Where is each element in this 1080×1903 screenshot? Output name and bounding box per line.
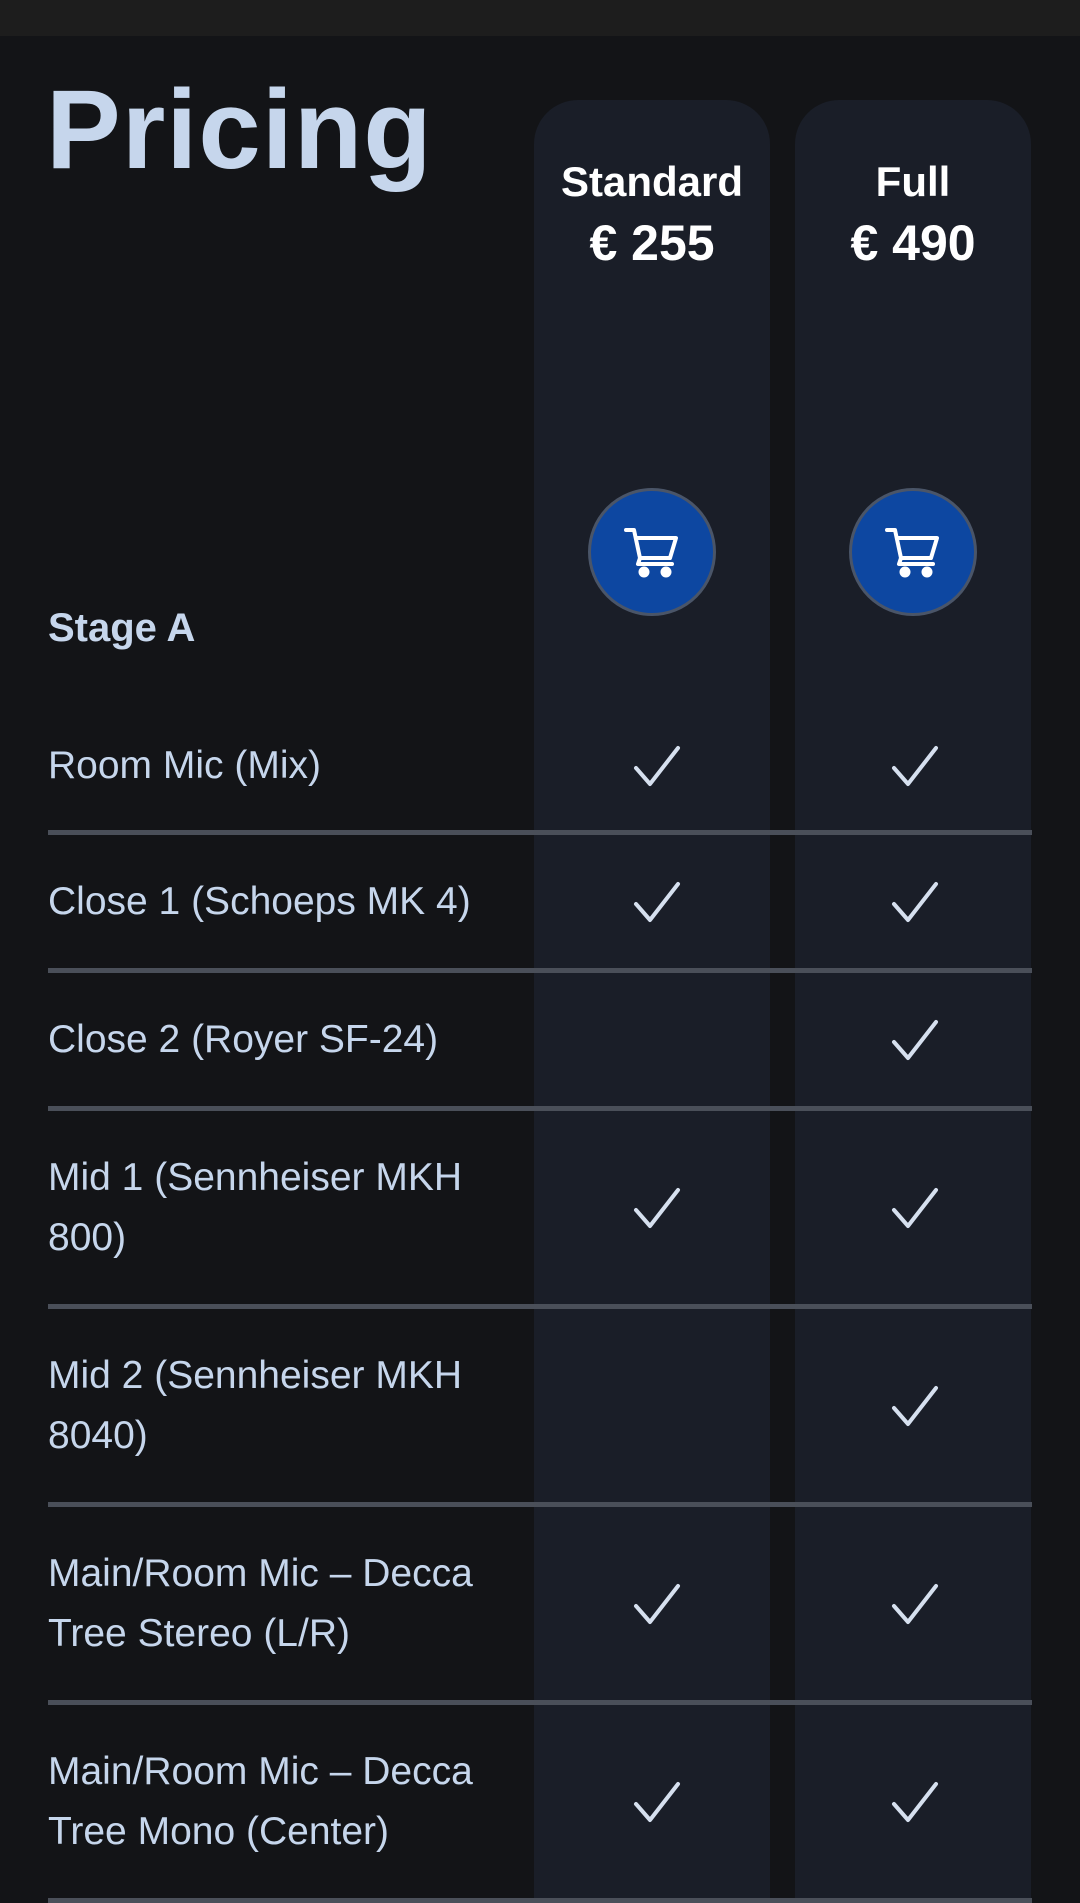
check-icon-full <box>892 1781 938 1822</box>
page-title: Pricing <box>46 67 433 192</box>
plan-price: € 255 <box>589 215 715 271</box>
plan-header-full: Full € 490 <box>795 154 1031 276</box>
feature-row: Room Mic (Mix) <box>0 701 1080 835</box>
feature-row: Close 2 (Royer SF-24) <box>0 973 1080 1111</box>
plan-header-standard: Standard € 255 <box>534 154 770 276</box>
feature-row: Main/Room Mic – Decca Tree Stereo (L/R) <box>0 1507 1080 1705</box>
pricing-page: Pricing Standard € 255 Full € 490 Stage … <box>0 36 1080 1903</box>
row-divider <box>48 1898 1032 1903</box>
feature-label: Main/Room Mic – Decca Tree Mono (Center) <box>48 1749 473 1853</box>
plan-name: Full <box>875 158 951 205</box>
feature-row: Main/Room Mic – Decca Tree Mono (Center) <box>0 1705 1080 1903</box>
add-to-cart-button-standard[interactable] <box>588 488 716 616</box>
check-icon-full <box>892 1583 938 1624</box>
check-icon-full <box>892 1019 938 1060</box>
cart-icon <box>885 528 939 578</box>
plan-price: € 490 <box>850 215 976 271</box>
feature-label: Room Mic (Mix) <box>48 743 321 787</box>
check-icon-full <box>892 881 938 922</box>
check-icon-full <box>892 1385 938 1426</box>
feature-row: Close 1 (Schoeps MK 4) <box>0 835 1080 973</box>
check-icon-standard <box>634 1583 680 1624</box>
check-icon-standard <box>634 881 680 922</box>
check-icon-standard <box>634 1187 680 1228</box>
cart-icon <box>624 528 678 578</box>
feature-row: Mid 1 (Sennheiser MKH 800) <box>0 1111 1080 1309</box>
feature-label: Close 2 (Royer SF-24) <box>48 1017 439 1061</box>
check-icon-standard <box>634 1781 680 1822</box>
check-icon-standard <box>634 745 680 786</box>
check-icon-full <box>892 1187 938 1228</box>
feature-label: Main/Room Mic – Decca Tree Stereo (L/R) <box>48 1551 473 1655</box>
feature-row: Mid 2 (Sennheiser MKH 8040) <box>0 1309 1080 1507</box>
top-bar <box>0 0 1080 36</box>
section-label: Stage A <box>48 606 196 650</box>
feature-label: Mid 2 (Sennheiser MKH 8040) <box>48 1353 462 1457</box>
check-icon-full <box>892 745 938 786</box>
add-to-cart-button-full[interactable] <box>849 488 977 616</box>
feature-label: Close 1 (Schoeps MK 4) <box>48 879 471 923</box>
plan-name: Standard <box>560 158 744 205</box>
feature-label: Mid 1 (Sennheiser MKH 800) <box>48 1155 462 1259</box>
